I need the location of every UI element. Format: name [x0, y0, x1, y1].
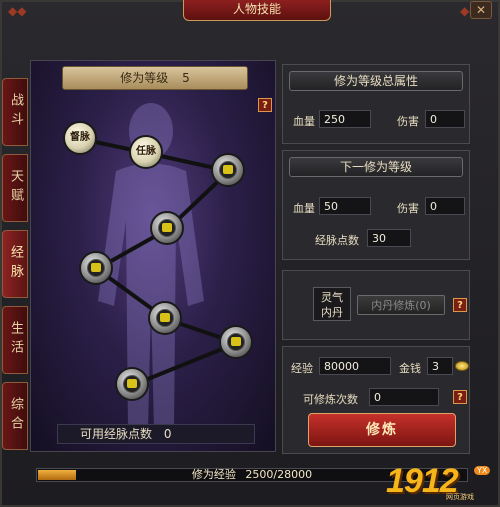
total-damage-label: 伤害: [397, 115, 419, 128]
logo-subtitle: 网页游戏: [446, 493, 474, 501]
meridian-node-7[interactable]: [219, 325, 253, 359]
next-hp-value: 50: [319, 197, 371, 215]
elixir-label: 内丹: [321, 306, 343, 319]
meridian-node-du[interactable]: 督脉: [63, 121, 97, 155]
level-label: 修为等级: [120, 71, 169, 85]
inner-elixir-train-button[interactable]: 内丹修炼(0): [357, 295, 445, 315]
meridian-panel: [30, 60, 276, 452]
corner-ornament-left: ◆◆: [8, 4, 27, 18]
lock-icon: [160, 313, 170, 322]
total-hp-value: 250: [319, 110, 371, 128]
lock-icon: [231, 337, 241, 346]
meridian-node-6[interactable]: [148, 301, 182, 335]
train-button[interactable]: 修炼: [308, 413, 456, 447]
exp-value: 80000: [319, 357, 391, 375]
available-points-bar: 可用经脉点数 0: [57, 424, 255, 444]
lock-icon: [127, 379, 137, 388]
meridian-links: [80, 137, 243, 387]
spirit-elixir-badge: 灵气 内丹: [313, 287, 351, 321]
tab-general[interactable]: 综合: [2, 382, 28, 450]
node-label: 任脉: [136, 146, 156, 157]
next-damage-value: 0: [425, 197, 465, 215]
next-points-label: 经脉点数: [315, 234, 359, 247]
level-value: 5: [182, 71, 190, 85]
next-damage-label: 伤害: [397, 202, 419, 215]
spirit-label: 灵气: [321, 291, 343, 304]
total-attributes-header: 修为等级总属性: [289, 71, 463, 91]
tab-life[interactable]: 生活: [2, 306, 28, 374]
tab-combat[interactable]: 战斗: [2, 78, 28, 146]
train-times-value: 0: [369, 388, 439, 406]
exp-bar-label: 修为经验: [191, 468, 236, 481]
exp-bar-value: 2500/28000: [245, 468, 313, 481]
inner-elixir-help-button[interactable]: ?: [453, 298, 467, 312]
meridian-node-8[interactable]: [115, 367, 149, 401]
meridian-help-button[interactable]: ?: [258, 98, 272, 112]
total-hp-label: 血量: [293, 115, 315, 128]
logo-badge: YX: [474, 466, 491, 475]
gold-label: 金钱: [399, 362, 421, 375]
meridian-node-3[interactable]: [211, 153, 245, 187]
meridian-node-4[interactable]: [150, 211, 184, 245]
cultivation-help-button[interactable]: ?: [453, 390, 467, 404]
meridian-node-5[interactable]: [79, 251, 113, 285]
available-points-value: 0: [163, 427, 172, 441]
next-hp-label: 血量: [293, 202, 315, 215]
node-label: 督脉: [70, 132, 90, 143]
gold-value: 3: [427, 357, 453, 375]
total-damage-value: 0: [425, 110, 465, 128]
available-points-label: 可用经脉点数: [80, 427, 153, 441]
tab-meridian[interactable]: 经脉: [2, 230, 28, 298]
exp-label: 经验: [291, 362, 313, 375]
lock-icon: [223, 165, 233, 174]
lock-icon: [91, 263, 101, 272]
next-level-panel: 下一修为等级 血量 50 伤害 0 经脉点数 30: [282, 150, 470, 260]
train-times-label: 可修炼次数: [303, 393, 358, 406]
tab-talent[interactable]: 天赋: [2, 154, 28, 222]
close-button[interactable]: ✕: [470, 1, 492, 19]
meridian-node-ren[interactable]: 任脉: [129, 135, 163, 169]
lock-icon: [162, 223, 172, 232]
window-title: 人物技能: [183, 0, 331, 21]
level-banner: 修为等级 5: [62, 66, 248, 90]
inner-elixir-panel: 灵气 内丹 内丹修炼(0) ?: [282, 270, 470, 340]
total-attributes-panel: 修为等级总属性 血量 250 伤害 0: [282, 64, 470, 144]
next-points-value: 30: [367, 229, 411, 247]
next-level-header: 下一修为等级: [289, 157, 463, 177]
gold-coin-icon: [455, 361, 469, 371]
